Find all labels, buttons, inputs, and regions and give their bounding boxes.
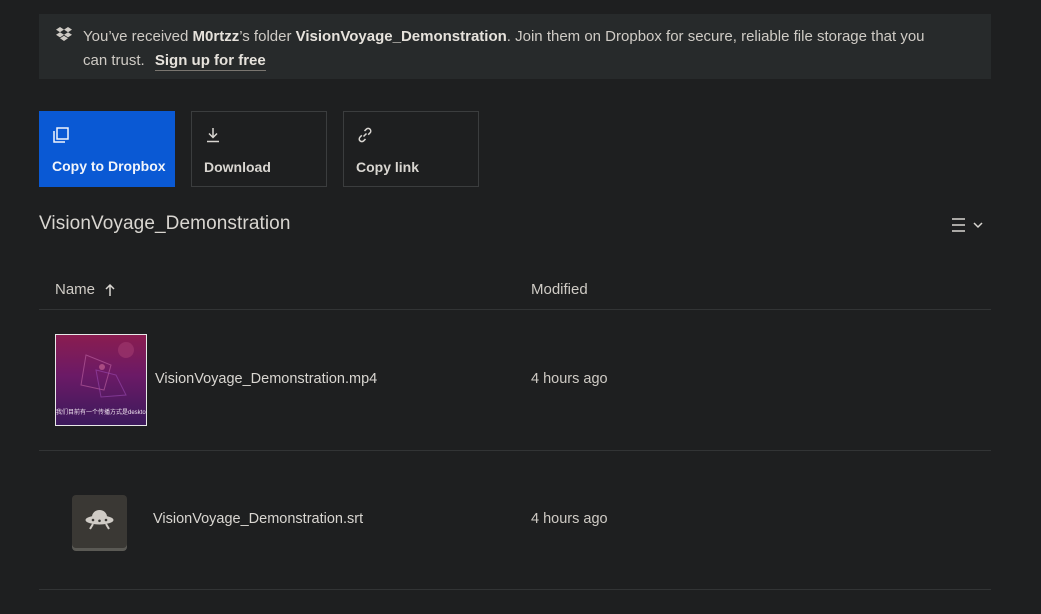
copy-link-label: Copy link [356, 159, 420, 175]
file-modified-mp4: 4 hours ago [531, 371, 608, 387]
banner-text-prefix: You’ve received [83, 28, 193, 45]
copy-icon [53, 127, 69, 143]
copy-to-dropbox-label: Copy to Dropbox [52, 158, 166, 174]
video-thumbnail-caption: 我们目前有一个传播方式是desktop [56, 410, 147, 416]
link-icon [358, 127, 372, 143]
download-label: Download [204, 159, 271, 175]
dropbox-logo-icon [56, 27, 72, 41]
video-thumbnail[interactable]: 我们目前有一个传播方式是desktop [55, 334, 147, 426]
row-divider [39, 589, 991, 590]
shared-folder-banner: You’ve received M0rtzz’s folder VisionVo… [39, 14, 991, 79]
copy-to-dropbox-button[interactable]: Copy to Dropbox [39, 111, 175, 187]
folder-title: VisionVoyage_Demonstration [39, 213, 291, 234]
sort-ascending-icon[interactable] [104, 283, 116, 297]
ufo-file-icon [72, 495, 127, 548]
download-icon [207, 128, 219, 143]
view-toggle-button[interactable] [950, 216, 986, 234]
ufo-icon [85, 510, 114, 530]
column-header-modified[interactable]: Modified [531, 281, 588, 298]
file-name-srt[interactable]: VisionVoyage_Demonstration.srt [153, 511, 363, 527]
sign-up-link[interactable]: Sign up for free [154, 52, 266, 71]
banner-user: M0rtzz [192, 28, 240, 45]
list-view-icon [952, 218, 983, 232]
copy-link-button[interactable]: Copy link [343, 111, 479, 187]
file-modified-srt: 4 hours ago [531, 511, 608, 527]
download-button[interactable]: Download [191, 111, 327, 187]
file-name-mp4[interactable]: VisionVoyage_Demonstration.mp4 [155, 371, 377, 387]
banner-text-middle: ’s folder [239, 28, 296, 45]
column-header-name[interactable]: Name [55, 281, 95, 298]
banner-folder-name: VisionVoyage_Demonstration [295, 28, 507, 45]
